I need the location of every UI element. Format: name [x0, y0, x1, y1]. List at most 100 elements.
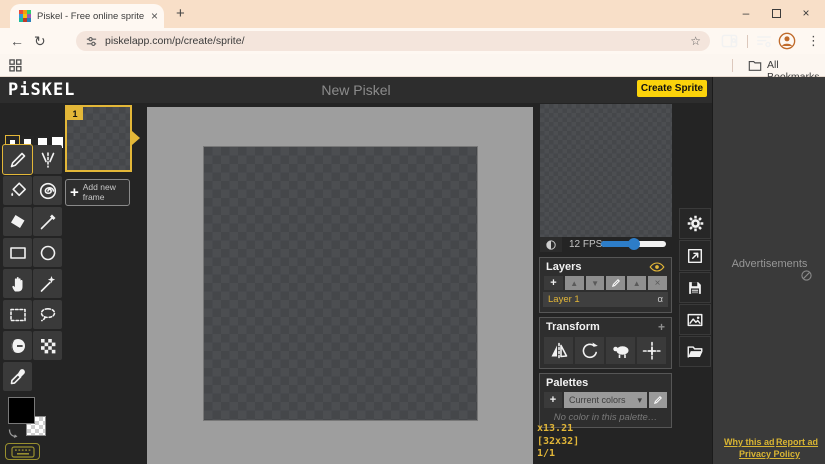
tool-stroke[interactable] [33, 207, 62, 236]
tool-colorpicker[interactable] [3, 362, 32, 391]
tool-eraser[interactable] [3, 207, 32, 236]
eraser-icon [8, 212, 28, 232]
new-tab-button[interactable]: + [176, 5, 185, 22]
transform-expand-button[interactable]: + [658, 320, 665, 334]
tool-rectangle-selection[interactable] [3, 300, 32, 329]
address-bar[interactable]: piskelapp.com/p/create/sprite/ ☆ [76, 31, 710, 51]
rename-layer-button[interactable] [606, 276, 625, 290]
layer-item[interactable]: Layer 1 α [543, 292, 668, 307]
browser-tab[interactable]: Piskel - Free online sprite editor × [10, 4, 164, 28]
zoom-level-indicator: x13.21 [537, 423, 573, 434]
layer-alpha-toggle[interactable]: α [658, 294, 664, 305]
transform-title: Transform [546, 321, 600, 333]
layers-title: Layers [546, 261, 581, 273]
sprite-canvas[interactable] [204, 147, 477, 420]
tab-close-icon[interactable]: × [151, 9, 158, 23]
piskel-header: PiSKEL New Piskel Create Sprite [0, 77, 712, 103]
window-close-button[interactable]: × [791, 0, 821, 26]
primary-color-swatch[interactable] [8, 397, 35, 424]
delete-layer-button[interactable]: × [648, 276, 667, 290]
back-icon[interactable]: ← [10, 33, 24, 49]
fps-label: 12 FPS [569, 239, 602, 250]
why-this-ad-link[interactable]: Why this ad [724, 437, 775, 447]
keyboard-shortcuts-button[interactable] [5, 443, 40, 460]
frame-number-badge: 1 [67, 107, 83, 120]
swap-colors-icon[interactable] [7, 428, 19, 440]
reading-list-icon[interactable] [756, 33, 772, 49]
tool-lasso-selection[interactable] [33, 300, 62, 329]
paint-bucket-icon [8, 181, 28, 201]
tool-rectangle[interactable] [3, 238, 32, 267]
profile-avatar-icon[interactable] [778, 32, 796, 50]
all-bookmarks-folder-icon[interactable] [748, 59, 762, 72]
resize-icon [686, 247, 704, 265]
save-drawer-button[interactable] [679, 272, 711, 303]
stroke-icon [38, 212, 58, 232]
drawing-canvas-area[interactable] [147, 107, 533, 464]
tool-circle[interactable] [33, 238, 62, 267]
add-frame-plus-icon: + [70, 185, 79, 200]
tool-paint-all-pixels[interactable] [33, 176, 62, 205]
tool-shape-selection[interactable] [33, 269, 62, 298]
ad-choices-icon[interactable] [801, 270, 812, 281]
bookmark-star-icon[interactable]: ☆ [690, 34, 701, 48]
report-ad-link[interactable]: Report ad [776, 437, 818, 447]
onion-skin-button[interactable] [540, 237, 562, 252]
sprite-title[interactable]: New Piskel [0, 82, 712, 98]
url-text[interactable]: piskelapp.com/p/create/sprite/ [105, 35, 244, 47]
fps-slider[interactable] [601, 241, 666, 247]
palettes-title: Palettes [546, 377, 588, 389]
transform-panel: Transform + [539, 317, 672, 369]
window-maximize-button[interactable] [761, 0, 791, 26]
import-drawer-button[interactable] [679, 336, 711, 367]
center-tool-button[interactable] [637, 337, 666, 364]
tab-title: Piskel - Free online sprite editor [37, 11, 145, 22]
tool-move[interactable] [3, 269, 32, 298]
tool-dithering[interactable] [33, 331, 62, 360]
paint-all-icon [38, 181, 58, 201]
add-new-frame-button[interactable]: + Add new frame [65, 179, 130, 206]
tool-paint-bucket[interactable] [3, 176, 32, 205]
resize-drawer-button[interactable] [679, 240, 711, 271]
privacy-policy-link[interactable]: Privacy Policy [739, 449, 800, 459]
edit-pen-icon [653, 395, 663, 405]
lighten-icon [8, 336, 28, 356]
keyboard-icon [11, 446, 35, 458]
advertisements-label: Advertisements [713, 258, 825, 270]
rotate-tool-button[interactable] [575, 337, 604, 364]
eyedropper-icon [8, 367, 28, 387]
apps-grid-icon[interactable] [9, 59, 22, 72]
layer-name: Layer 1 [548, 294, 580, 305]
flip-tool-button[interactable] [544, 337, 573, 364]
create-sprite-button[interactable]: Create Sprite [637, 80, 707, 97]
layers-visibility-eye-icon[interactable] [649, 262, 665, 272]
frame-thumbnail-1[interactable]: 1 [65, 105, 132, 172]
fps-slider-thumb[interactable] [628, 238, 640, 250]
bookmarks-divider [732, 59, 733, 72]
move-layer-down-button[interactable]: ▼ [586, 276, 605, 290]
tool-pen[interactable] [3, 145, 32, 174]
settings-drawer-button[interactable] [679, 208, 711, 239]
add-layer-button[interactable]: + [544, 276, 563, 290]
browser-toolbar: ← ↻ piskelapp.com/p/create/sprite/ ☆ [0, 28, 825, 54]
lasso-select-icon [38, 305, 58, 325]
site-settings-icon[interactable] [85, 35, 98, 48]
mirror-pen-icon [38, 150, 58, 170]
export-drawer-button[interactable] [679, 304, 711, 335]
rotate-icon [580, 341, 600, 361]
reload-icon[interactable]: ↻ [34, 33, 46, 50]
create-palette-button[interactable]: + [544, 392, 562, 408]
rect-select-icon [8, 305, 28, 325]
window-minimize-button[interactable]: – [731, 0, 761, 26]
sidebar-search-icon[interactable] [721, 33, 738, 49]
merge-layer-button[interactable]: ▲ [627, 276, 646, 290]
tool-vertical-mirror-pen[interactable] [33, 145, 62, 174]
browser-menu-icon[interactable]: ⋮ [807, 33, 820, 49]
move-layer-up-button[interactable]: ▲ [565, 276, 584, 290]
palette-select-dropdown[interactable]: Current colors ▾ [564, 392, 647, 408]
clone-tool-button[interactable] [606, 337, 635, 364]
tool-lighten[interactable] [3, 331, 32, 360]
rectangle-icon [8, 243, 28, 263]
edit-palette-button[interactable] [649, 392, 667, 408]
toolbar-divider [747, 35, 748, 48]
